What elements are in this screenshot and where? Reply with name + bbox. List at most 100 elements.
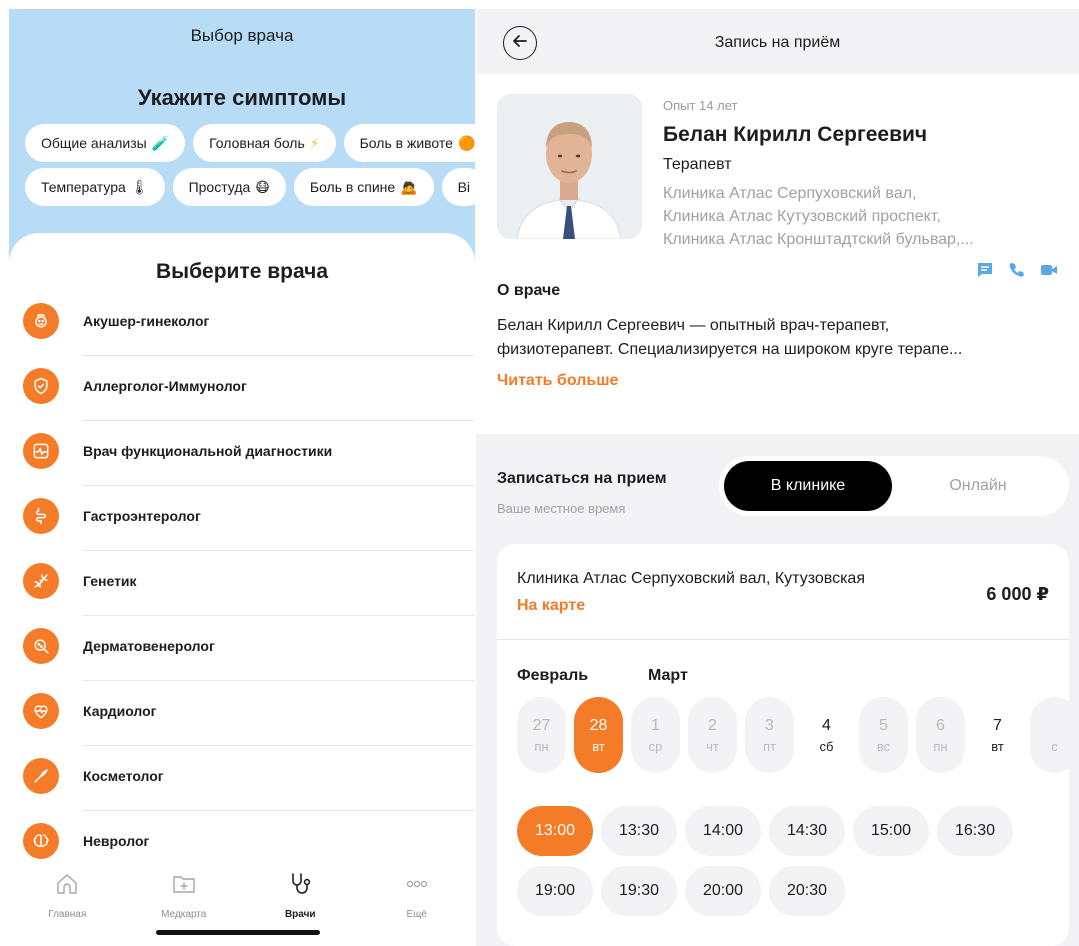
date-day: 1 — [651, 716, 660, 734]
month-label-february: Февраль — [517, 667, 589, 684]
shield-icon — [23, 368, 59, 404]
tab-label: Медкарта — [161, 909, 207, 920]
date-weekday: чт — [706, 738, 719, 754]
time-slot[interactable]: 19:30 — [601, 866, 677, 916]
chip-label: Головная боль — [209, 135, 305, 151]
time-slot[interactable]: 16:30 — [937, 806, 1013, 856]
date-item[interactable]: 3 пт — [745, 697, 794, 773]
specialist-item-cardiologist[interactable]: Кардиолог — [9, 681, 475, 746]
time-slot[interactable]: 14:00 — [685, 806, 761, 856]
contact-options — [976, 261, 1058, 279]
symptom-chips-row-1: Общие анализы 🧪 Головная боль ⚡ Боль в жив… — [25, 124, 475, 162]
doctor-selection-screen: Выбор врача Укажите симптомы Общие анали… — [9, 9, 475, 946]
symptom-chip-general-tests[interactable]: Общие анализы 🧪 — [25, 124, 186, 162]
date-weekday: вс — [876, 738, 891, 754]
symptom-chip-back-pain[interactable]: Боль в спине 🙇 — [293, 168, 434, 206]
symptom-chip-headache[interactable]: Головная боль ⚡ — [193, 124, 336, 162]
magnifier-icon — [23, 628, 59, 664]
specialist-label: Дерматовенеролог — [83, 638, 215, 654]
intestine-icon — [23, 498, 59, 534]
specialists-sheet: Выберите врача Акушер-гинеколог Аллергол… — [9, 233, 475, 883]
specialist-item-geneticist[interactable]: Генетик — [9, 551, 475, 616]
specialist-item-functional-diagnostics[interactable]: Врач функциональной диагностики — [9, 421, 475, 486]
tab-label: Ещё — [406, 909, 427, 920]
time-slot[interactable]: 15:00 — [853, 806, 929, 856]
slot-clinic-name: Клиника Атлас Серпуховский вал, Кутузовс… — [517, 570, 865, 587]
date-day: 7 — [993, 716, 1002, 734]
video-icon[interactable] — [1040, 261, 1058, 279]
specialist-item-gastroenterologist[interactable]: Гастроэнтеролог — [9, 486, 475, 551]
booking-title: Записаться на прием — [497, 470, 667, 487]
clinic-address: Клиника Атлас Кронштадтский бульвар,... — [663, 231, 974, 248]
symptom-chip-temperature[interactable]: Температура 🌡 — [25, 168, 165, 206]
stethoscope-icon — [286, 870, 314, 903]
tab-medcard[interactable]: Медкарта — [126, 864, 243, 924]
brush-icon — [23, 758, 59, 794]
clinic-address: Клиника Атлас Кутузовский проспект, — [663, 208, 941, 225]
date-item-available[interactable]: 7 вт — [973, 697, 1022, 773]
date-item[interactable]: 8с — [1030, 697, 1079, 773]
date-weekday: сб — [819, 738, 834, 754]
tab-label: Главная — [48, 909, 87, 920]
specialist-item-allergist[interactable]: Аллерголог-Иммунолог — [9, 356, 475, 421]
mode-online-button[interactable]: Онлайн — [892, 461, 1064, 511]
specialist-item-obstetrician[interactable]: Акушер-гинеколог — [9, 291, 475, 356]
booking-subtitle: Ваше местное время — [497, 501, 626, 516]
map-link[interactable]: На карте — [517, 597, 585, 615]
about-line: физиотерапевт. Специализируется на широк… — [497, 341, 963, 358]
specialist-item-cosmetologist[interactable]: Косметолог — [9, 746, 475, 811]
chip-label: Боль в спине — [309, 179, 396, 195]
specialist-item-dermatologist[interactable]: Дерматовенеролог — [9, 616, 475, 681]
date-item[interactable]: 27 пн — [517, 697, 566, 773]
time-slot[interactable]: 19:00 — [517, 866, 593, 916]
divider — [497, 639, 1069, 640]
date-item[interactable]: 1 ср — [631, 697, 680, 773]
time-slot[interactable]: 20:00 — [685, 866, 761, 916]
visit-price: 6 000 ₽ — [986, 584, 1049, 604]
tab-doctors[interactable]: Врачи — [242, 864, 359, 924]
time-slot[interactable]: 14:30 — [769, 806, 845, 856]
date-weekday: вт — [592, 738, 605, 754]
date-item-available[interactable]: 4 сб — [802, 697, 851, 773]
about-title: О враче — [497, 282, 561, 299]
specialist-label: Невролог — [83, 833, 150, 849]
sick-face-icon: 😷 — [255, 178, 270, 195]
thermometer-icon: 🌡 — [130, 178, 149, 195]
time-slots: 13:00 13:30 14:00 14:30 15:00 16:30 19:0… — [517, 806, 1057, 916]
bowing-person-icon: 🙇 — [400, 178, 418, 195]
doctor-specialty: Терапевт — [663, 156, 732, 173]
date-item-selected[interactable]: 28 вт — [574, 697, 623, 773]
slot-card: Клиника Атлас Серпуховский вал, Кутузовс… — [497, 544, 1079, 946]
dna-icon — [23, 563, 59, 599]
tab-home[interactable]: Главная — [9, 864, 126, 924]
date-item[interactable]: 2 чт — [688, 697, 737, 773]
symptom-chip-more[interactable]: Вi — [441, 168, 475, 206]
time-slot[interactable]: 20:30 — [769, 866, 845, 916]
doctor-experience: Опыт 14 лет — [663, 98, 738, 113]
specialist-label: Косметолог — [83, 768, 164, 784]
symptom-chip-stomach-ache[interactable]: Боль в животе 🟠 — [343, 124, 475, 162]
date-day: 3 — [765, 716, 774, 734]
chat-icon[interactable] — [976, 261, 994, 279]
baby-icon — [23, 303, 59, 339]
mode-clinic-button[interactable]: В клинике — [724, 461, 892, 511]
bottom-tab-bar: Главная Медкарта Врачи Ещё — [9, 864, 475, 924]
time-slot-selected[interactable]: 13:00 — [517, 806, 593, 856]
doctor-name: Белан Кирилл Сергеевич — [663, 123, 928, 146]
date-item[interactable]: 5 вс — [859, 697, 908, 773]
folder-plus-icon — [170, 870, 198, 903]
time-slot[interactable]: 13:30 — [601, 806, 677, 856]
phone-icon[interactable] — [1008, 261, 1026, 279]
specialist-label: Акушер-гинеколог — [83, 313, 210, 329]
chip-label: Боль в животе — [359, 135, 453, 151]
chip-label: Температура — [41, 179, 126, 195]
specialist-label: Гастроэнтеролог — [83, 508, 201, 524]
specialist-label: Врач функциональной диагностики — [83, 443, 333, 459]
date-item[interactable]: 6 пн — [916, 697, 965, 773]
date-weekday: пн — [933, 738, 948, 754]
symptom-chip-cold[interactable]: Простуда 😷 — [172, 168, 286, 206]
tab-label: Врачи — [284, 909, 316, 920]
clinic-address: Клиника Атлас Серпуховский вал, — [663, 185, 917, 202]
tab-more[interactable]: Ещё — [359, 864, 476, 924]
read-more-link[interactable]: Читать больше — [497, 372, 618, 390]
